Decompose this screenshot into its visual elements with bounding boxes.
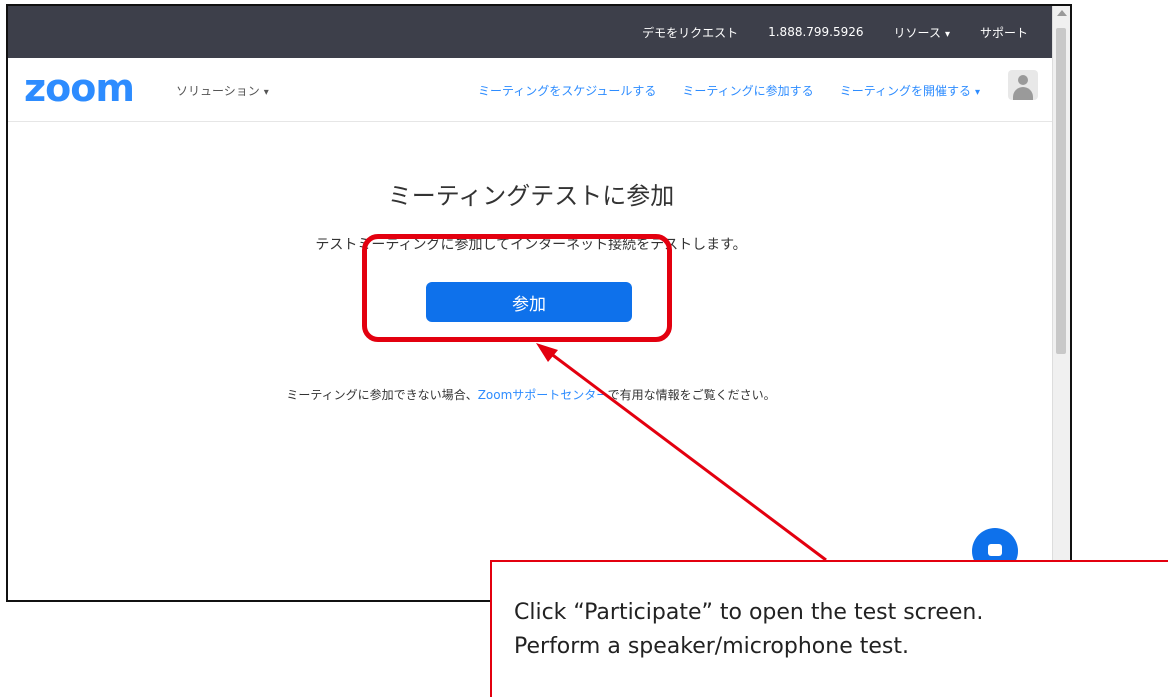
- schedule-meeting-link[interactable]: ミーティングをスケジュールする: [478, 82, 656, 99]
- main-navigation: zoom ソリューション ミーティングをスケジュールする ミーティングに参加する…: [8, 58, 1054, 122]
- support-link[interactable]: サポート: [980, 24, 1028, 41]
- host-meeting-menu[interactable]: ミーティングを開催する: [840, 82, 980, 99]
- page-title: ミーティングテストに参加: [387, 182, 675, 210]
- vertical-scrollbar[interactable]: [1052, 6, 1070, 600]
- request-demo-link[interactable]: デモをリクエスト: [642, 24, 738, 41]
- help-text: ミーティングに参加できない場合、Zoomサポートセンターで有用な情報をご覧くださ…: [8, 386, 1054, 403]
- nav-links: ミーティングをスケジュールする ミーティングに参加する ミーティングを開催する: [478, 82, 980, 99]
- phone-number: 1.888.799.5926: [768, 25, 864, 39]
- join-button-highlight: [362, 234, 672, 342]
- top-utility-bar: デモをリクエスト 1.888.799.5926 リソース サポート: [8, 6, 1054, 58]
- avatar-body-shape: [1013, 87, 1033, 100]
- resources-menu[interactable]: リソース: [894, 24, 950, 41]
- chat-icon-glyph: [988, 544, 1002, 556]
- scroll-up-icon[interactable]: [1057, 10, 1067, 16]
- scrollbar-thumb[interactable]: [1056, 28, 1066, 354]
- support-center-link[interactable]: Zoomサポートセンター: [478, 388, 608, 402]
- help-prefix: ミーティングに参加できない場合、: [286, 388, 478, 402]
- solutions-menu[interactable]: ソリューション: [176, 82, 269, 99]
- help-suffix: で有用な情報をご覧ください。: [607, 388, 776, 402]
- join-meeting-link[interactable]: ミーティングに参加する: [682, 82, 813, 99]
- zoom-logo[interactable]: zoom: [24, 69, 135, 107]
- user-avatar-icon[interactable]: [1008, 70, 1038, 100]
- callout-line-1: Click “Participate” to open the test scr…: [514, 600, 984, 625]
- avatar-head-shape: [1018, 75, 1028, 85]
- instruction-callout: Click “Participate” to open the test scr…: [490, 560, 1168, 697]
- callout-line-2: Perform a speaker/microphone test.: [514, 634, 909, 659]
